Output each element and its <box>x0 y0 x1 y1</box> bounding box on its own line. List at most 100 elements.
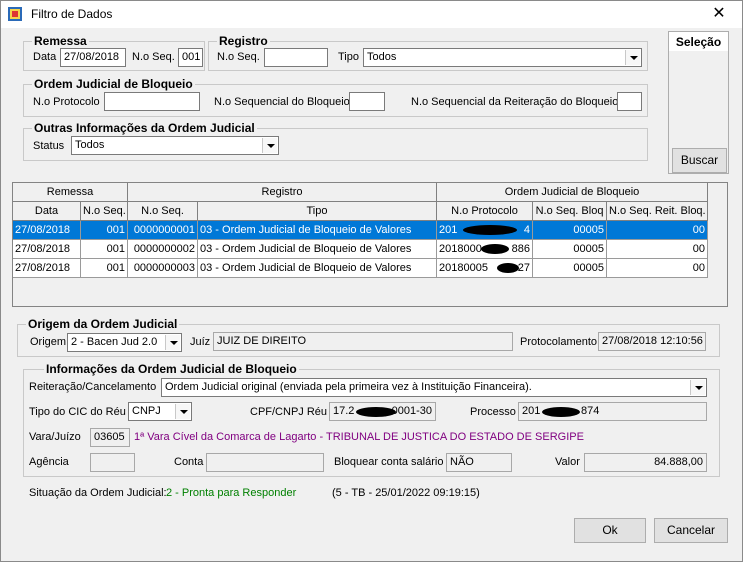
juiz-field[interactable]: JUIZ DE DIREITO <box>213 332 513 351</box>
reiteracao-select[interactable]: Ordem Judicial original (enviada pela pr… <box>161 378 707 397</box>
vara-description: 1ª Vara Cível da Comarca de Lagarto - TR… <box>134 431 584 443</box>
col-header-seq-bloq[interactable]: N.o Seq. Bloq <box>533 202 607 221</box>
remessa-nseq-field[interactable]: 001 <box>178 48 203 67</box>
cell-protocolo: 20180005 27 <box>437 259 533 278</box>
protocolamento-field[interactable]: 27/08/2018 12:10:56 <box>598 332 706 351</box>
registro-group-title: Registro <box>217 34 270 48</box>
cell-data: 27/08/2018 <box>13 240 81 259</box>
protocolamento-label: Protocolamento <box>520 336 598 348</box>
info-bloqueio-group-title: Informações da Ordem Judicial de Bloquei… <box>44 362 299 376</box>
remessa-data-label: Data <box>33 51 57 63</box>
reiteracao-label: Reiteração/Cancelamento <box>29 381 157 393</box>
juiz-label: Juíz <box>190 336 211 348</box>
outras-info-group-title: Outras Informações da Ordem Judicial <box>32 121 257 135</box>
protocolo-prefix: 2018000 <box>439 243 482 255</box>
cell-registro-nseq: 0000000001 <box>128 221 198 240</box>
cell-tipo: 03 - Ordem Judicial de Bloqueio de Valor… <box>198 240 437 259</box>
protocolo-input[interactable] <box>104 92 200 111</box>
buscar-button[interactable]: Buscar <box>672 148 727 173</box>
cpf-cnpj-label: CPF/CNPJ Réu <box>250 406 328 418</box>
chevron-down-icon[interactable] <box>690 380 705 395</box>
valor-label: Valor <box>555 456 580 468</box>
close-button[interactable]: ✕ <box>696 1 742 28</box>
cell-tipo: 03 - Ordem Judicial de Bloqueio de Valor… <box>198 221 437 240</box>
situacao-label: Situação da Ordem Judicial: <box>29 487 167 499</box>
cell-remessa-nseq: 001 <box>81 221 128 240</box>
tipo-cic-select[interactable]: CNPJ <box>128 402 192 421</box>
redaction-mark <box>542 407 580 417</box>
origem-select[interactable]: 2 - Bacen Jud 2.0 <box>67 333 182 352</box>
remessa-data-field[interactable]: 27/08/2018 <box>60 48 126 67</box>
registro-tipo-value: Todos <box>367 51 397 63</box>
cpf-suffix: 0001-30 <box>391 405 432 417</box>
redaction-mark <box>463 225 517 235</box>
cell-registro-nseq: 0000000003 <box>128 259 198 278</box>
col-header-protocolo[interactable]: N.o Protocolo <box>437 202 533 221</box>
seq-reiteracao-label: N.o Sequencial da Reiteração do Bloqueio <box>411 96 619 108</box>
protocolo-suffix: 4 <box>523 224 530 236</box>
col-header-seq-reit[interactable]: N.o Seq. Reit. Bloq. <box>607 202 708 221</box>
agencia-field[interactable] <box>90 453 135 472</box>
close-icon: ✕ <box>712 5 726 22</box>
group-header-ordem: Ordem Judicial de Bloqueio <box>437 183 708 202</box>
col-header-tipo[interactable]: Tipo <box>198 202 437 221</box>
registro-tipo-select[interactable]: Todos <box>363 48 642 67</box>
chevron-down-icon[interactable] <box>625 50 640 65</box>
protocolo-suffix: 886 <box>511 243 530 255</box>
status-select[interactable]: Todos <box>71 136 279 155</box>
processo-label: Processo <box>470 406 516 418</box>
protocolo-label: N.o Protocolo <box>33 96 100 108</box>
col-header-data[interactable]: Data <box>13 202 81 221</box>
processo-suffix: 874 <box>581 405 600 417</box>
dialog-window: Filtro de Dados ✕ Remessa Data 27/08/201… <box>0 0 743 562</box>
chevron-down-icon[interactable] <box>175 404 190 419</box>
origem-group-title: Origem da Ordem Judicial <box>26 317 180 331</box>
processo-field[interactable]: 201 874 <box>518 402 707 421</box>
processo-prefix: 201 <box>522 405 541 417</box>
redaction-mark <box>481 244 509 254</box>
cell-data: 27/08/2018 <box>13 221 81 240</box>
conta-label: Conta <box>174 456 204 468</box>
col-header-registro-nseq[interactable]: N.o Seq. <box>128 202 198 221</box>
valor-field[interactable]: 84.888,00 <box>584 453 707 472</box>
remessa-nseq-label: N.o Seq. <box>132 51 175 63</box>
vara-code-field[interactable]: 03605 <box>90 428 130 447</box>
cell-tipo: 03 - Ordem Judicial de Bloqueio de Valor… <box>198 259 437 278</box>
remessa-group-title: Remessa <box>32 34 89 48</box>
redaction-mark <box>497 263 519 273</box>
cancel-button[interactable]: Cancelar <box>654 518 728 543</box>
results-table: Remessa Registro Ordem Judicial de Bloqu… <box>12 182 728 307</box>
protocolo-suffix: 27 <box>517 262 530 274</box>
chevron-down-icon[interactable] <box>165 335 180 350</box>
cell-seq-bloq: 00005 <box>533 221 607 240</box>
protocolo-prefix: 20180005 <box>439 262 488 274</box>
tab-selecao[interactable]: Seleção <box>668 31 729 52</box>
group-header-registro: Registro <box>128 183 437 202</box>
seq-bloqueio-input[interactable] <box>349 92 385 111</box>
cell-seq-reit: 00 <box>607 259 708 278</box>
conta-field[interactable] <box>206 453 324 472</box>
cell-remessa-nseq: 001 <box>81 240 128 259</box>
title-bar: Filtro de Dados ✕ <box>1 1 742 28</box>
app-icon <box>8 7 22 21</box>
situacao-value: 2 - Pronta para Responder <box>166 487 297 499</box>
tipo-cic-value: CNPJ <box>132 405 161 417</box>
status-label: Status <box>33 140 65 152</box>
tipo-cic-label: Tipo do CIC do Réu <box>29 406 126 418</box>
seq-reiteracao-input[interactable] <box>617 92 642 111</box>
protocolo-prefix: 201 <box>439 224 458 236</box>
ok-button[interactable]: Ok <box>574 518 646 543</box>
cell-remessa-nseq: 001 <box>81 259 128 278</box>
vara-label: Vara/Juízo <box>29 431 81 443</box>
bloquear-field[interactable]: NÃO <box>446 453 512 472</box>
chevron-down-icon[interactable] <box>262 138 277 153</box>
status-value: Todos <box>75 139 105 151</box>
registro-tipo-label: Tipo <box>338 51 359 63</box>
registro-nseq-input[interactable] <box>264 48 328 67</box>
cell-seq-bloq: 00005 <box>533 240 607 259</box>
group-header-remessa: Remessa <box>13 183 128 202</box>
cell-seq-reit: 00 <box>607 221 708 240</box>
cpf-cnpj-field[interactable]: 17.2 0001-30 <box>329 402 436 421</box>
seq-bloqueio-label: N.o Sequencial do Bloqueio <box>214 96 350 108</box>
col-header-remessa-nseq[interactable]: N.o Seq. <box>81 202 128 221</box>
